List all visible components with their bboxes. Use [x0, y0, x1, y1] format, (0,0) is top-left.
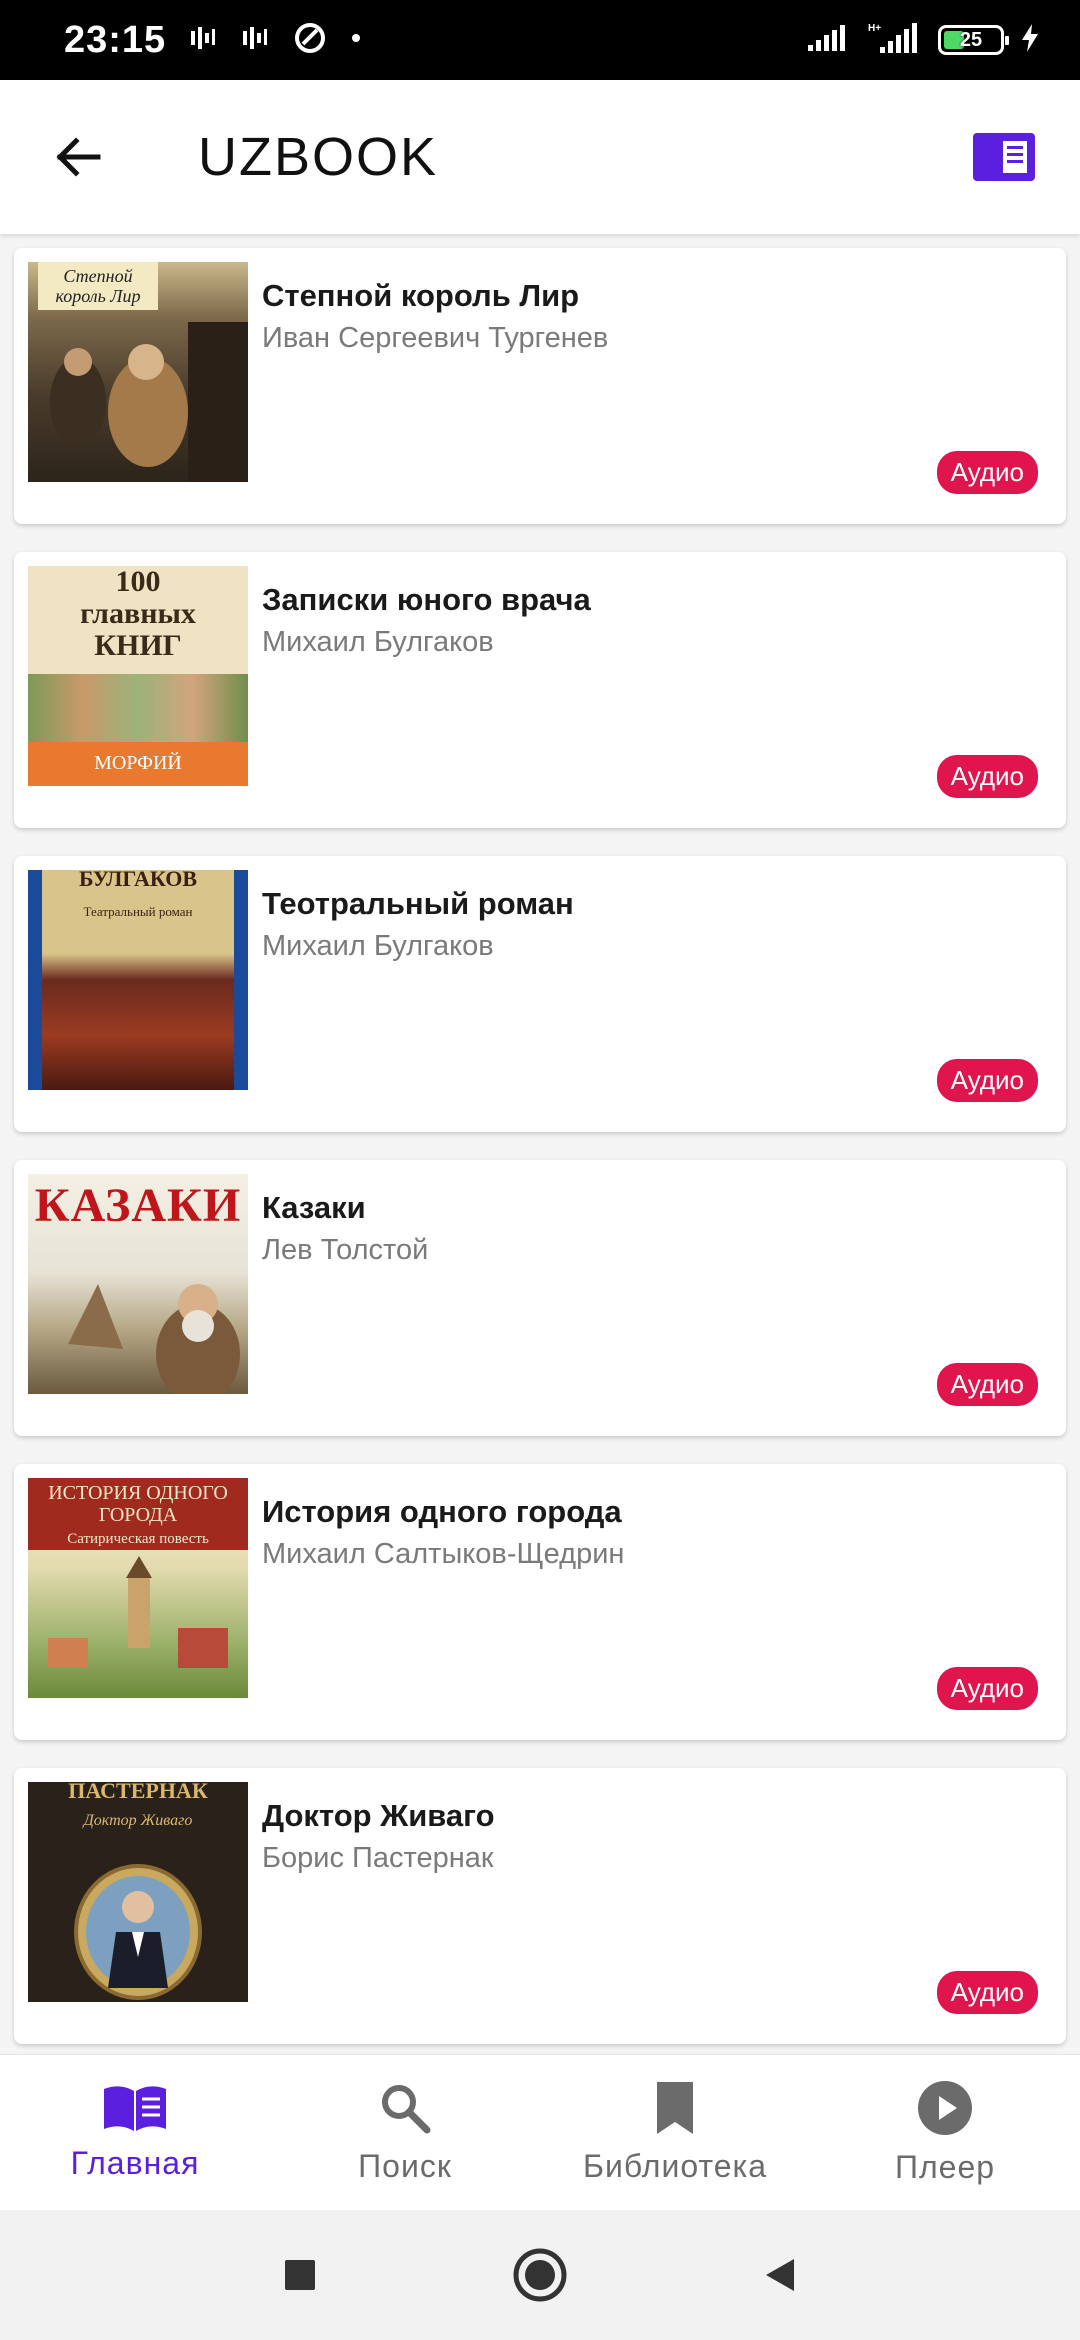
- cover-title: БУЛГАКОВ: [78, 870, 198, 891]
- book-author: Лев Толстой: [262, 1234, 429, 1266]
- sync-icon: [292, 20, 328, 61]
- battery-level: 25: [959, 28, 983, 51]
- cover-subtitle: МОРФИЙ: [28, 742, 248, 786]
- nav-label-player: Плеер: [894, 2149, 996, 2185]
- recents-button[interactable]: [270, 2245, 330, 2305]
- book-open-icon: [104, 2086, 166, 2131]
- system-navigation-bar: [0, 2210, 1080, 2340]
- book-author: Михаил Булгаков: [262, 930, 494, 962]
- audio-badge: Аудио: [936, 451, 1038, 494]
- book-card[interactable]: ПАСТЕРНАК Доктор Живаго Доктор Живаго Бо…: [14, 1768, 1066, 2044]
- book-cover: БУЛГАКОВ Театральный роман: [28, 870, 248, 1090]
- cover-title: 100 главных КНИГ: [80, 566, 196, 662]
- book-title: Степной король Лир: [262, 278, 580, 313]
- book-list-icon: [973, 133, 1035, 181]
- nav-label-home: Главная: [70, 2145, 200, 2181]
- nav-item-search[interactable]: Поиск: [270, 2055, 540, 2210]
- square-icon: [285, 2260, 315, 2290]
- book-title: Казаки: [262, 1190, 366, 1225]
- battery-icon: 25: [938, 25, 1009, 55]
- nav-label-search: Поиск: [358, 2148, 452, 2184]
- signal-icon: [806, 23, 850, 58]
- book-card[interactable]: Степной король Лир Степной король Лир Ив…: [14, 248, 1066, 524]
- book-cover: 100 главных КНИГ МОРФИЙ: [28, 566, 248, 786]
- book-cover: ПАСТЕРНАК Доктор Живаго: [28, 1782, 248, 2002]
- book-card[interactable]: 100 главных КНИГ МОРФИЙ Записки юного вр…: [14, 552, 1066, 828]
- audio-badge: Аудио: [936, 755, 1038, 798]
- charging-icon: [1020, 23, 1040, 58]
- triangle-back-icon: [766, 2259, 794, 2291]
- back-button[interactable]: [28, 107, 128, 207]
- signal-hplus-icon: H+: [866, 21, 922, 60]
- audio-badge: Аудио: [936, 1971, 1038, 2014]
- book-title: Доктор Живаго: [262, 1798, 495, 1833]
- reading-mode-button[interactable]: [964, 117, 1044, 197]
- book-author: Михаил Салтыков-Щедрин: [262, 1538, 625, 1570]
- book-title: История одного города: [262, 1494, 622, 1529]
- book-author: Иван Сергеевич Тургенев: [262, 322, 609, 354]
- book-cover: КАЗАКИ: [28, 1174, 248, 1394]
- notification-icon: [188, 23, 218, 58]
- bookmark-icon: [657, 2082, 693, 2134]
- app-bar: UZBOOK: [0, 80, 1080, 234]
- nav-item-player[interactable]: Плеер: [810, 2055, 1080, 2210]
- status-bar: 23:15 H+ 25: [0, 0, 1080, 80]
- notification-icon: [240, 23, 270, 58]
- book-author: Борис Пастернак: [262, 1842, 494, 1874]
- dot-icon: [350, 31, 362, 49]
- book-author: Михаил Булгаков: [262, 626, 494, 658]
- nav-item-home[interactable]: Главная: [0, 2055, 270, 2210]
- circle-icon: [513, 2248, 567, 2302]
- status-bar-right: H+ 25: [806, 21, 1040, 60]
- home-button[interactable]: [510, 2245, 570, 2305]
- nav-item-library[interactable]: Библиотека: [540, 2055, 810, 2210]
- book-card[interactable]: БУЛГАКОВ Театральный роман Теотральный р…: [14, 856, 1066, 1132]
- book-cover: ИСТОРИЯ ОДНОГО ГОРОДА Сатирическая повес…: [28, 1478, 248, 1698]
- search-icon: [382, 2085, 431, 2134]
- book-title: Записки юного врача: [262, 582, 591, 617]
- system-back-button[interactable]: [750, 2245, 810, 2305]
- audio-badge: Аудио: [936, 1059, 1038, 1102]
- arrow-left-icon: [56, 137, 101, 177]
- book-card[interactable]: КАЗАКИ Казаки Лев Толстой Аудио: [14, 1160, 1066, 1436]
- svg-text:H+: H+: [868, 23, 881, 34]
- bottom-navigation: Главная Поиск Библиотека Плеер: [0, 2054, 1080, 2210]
- status-time: 23:15: [64, 18, 167, 61]
- book-card[interactable]: ИСТОРИЯ ОДНОГО ГОРОДА Сатирическая повес…: [14, 1464, 1066, 1740]
- app-title: UZBOOK: [198, 127, 439, 187]
- cover-subtitle: Театральный роман: [83, 904, 193, 919]
- nav-label-library: Библиотека: [583, 2148, 767, 2184]
- book-list[interactable]: Степной король Лир Степной король Лир Ив…: [0, 234, 1080, 2054]
- book-title: Теотральный роман: [262, 886, 574, 921]
- status-bar-left: 23:15: [64, 19, 362, 62]
- book-cover: Степной король Лир: [28, 262, 248, 482]
- audio-badge: Аудио: [936, 1667, 1038, 1710]
- play-circle-icon: [918, 2081, 972, 2135]
- audio-badge: Аудио: [936, 1363, 1038, 1406]
